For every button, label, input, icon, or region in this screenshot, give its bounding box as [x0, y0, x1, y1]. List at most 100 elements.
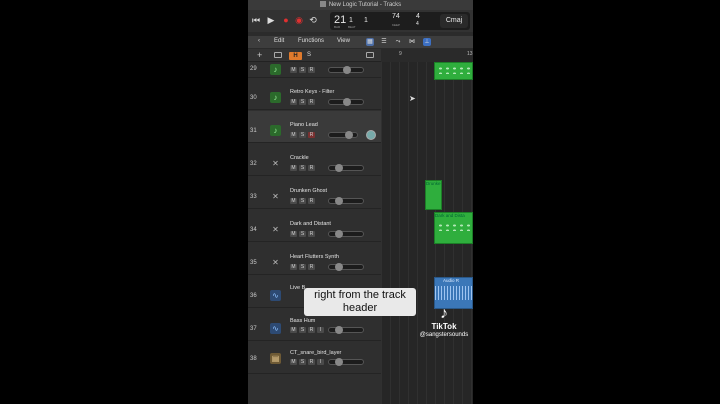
mute-button[interactable]: M	[290, 264, 297, 270]
ruler[interactable]: 9 13	[381, 49, 473, 62]
solo-button[interactable]: S	[299, 264, 306, 270]
record-enable-button[interactable]: R	[308, 231, 315, 237]
fader-knob[interactable]	[343, 98, 351, 106]
capture-record-icon[interactable]: ◉	[293, 14, 305, 26]
track-row[interactable]: 31 ♪ Piano Lead MSR	[248, 111, 381, 143]
cycle-icon[interactable]: ⟲	[307, 14, 319, 26]
mute-button[interactable]: M	[290, 231, 297, 237]
functions-menu[interactable]: Functions	[298, 38, 324, 44]
track-name[interactable]: Bass Hum	[290, 318, 315, 324]
record-enable-button[interactable]: R	[308, 198, 315, 204]
list-view-icon[interactable]: ☰	[380, 38, 388, 46]
volume-fader[interactable]	[328, 358, 364, 366]
mute-button[interactable]: M	[290, 132, 297, 138]
solo-button[interactable]: S	[299, 165, 306, 171]
fader-knob[interactable]	[335, 164, 343, 172]
lcd-div: 1	[364, 17, 368, 24]
volume-fader[interactable]	[328, 326, 364, 334]
time-signature: 4	[416, 13, 420, 20]
track-name[interactable]: Heart Flutters Synth	[290, 254, 339, 260]
track-name[interactable]: Live B	[290, 285, 305, 291]
track-number: 31	[250, 128, 257, 134]
record-enable-button[interactable]: R	[308, 327, 315, 333]
track-row[interactable]: 30 ♪ Retro Keys - Filter MSR	[248, 78, 381, 110]
fader-knob[interactable]	[335, 326, 343, 334]
snap-icon[interactable]: ⊥	[423, 38, 431, 46]
automation-icon[interactable]: ⤳	[394, 38, 402, 46]
mute-button[interactable]: M	[290, 99, 297, 105]
track-row[interactable]: 35 ✕ Heart Flutters Synth MSR	[248, 243, 381, 275]
volume-fader[interactable]	[328, 164, 364, 172]
solo-button[interactable]: S	[299, 198, 306, 204]
solo-button[interactable]: S	[299, 132, 306, 138]
video-caption: right from the track header	[304, 288, 416, 316]
solo-button[interactable]: S	[299, 327, 306, 333]
flex-icon[interactable]: ⋈	[408, 38, 416, 46]
fader-knob[interactable]	[335, 197, 343, 205]
mute-button[interactable]: M	[290, 165, 297, 171]
fader-knob[interactable]	[335, 263, 343, 271]
volume-fader[interactable]	[328, 131, 358, 139]
record-enable-button[interactable]: R	[308, 359, 315, 365]
track-row[interactable]: 32 ✕ Crackle MSR	[248, 144, 381, 176]
lcd-beat-label: BEAT	[348, 25, 356, 29]
volume-fader[interactable]	[328, 66, 364, 74]
drum-icon: ✕	[272, 225, 279, 234]
record-enable-button[interactable]: R	[308, 165, 315, 171]
view-menu[interactable]: View	[337, 38, 350, 44]
track-number: 32	[250, 161, 257, 167]
mute-button[interactable]: M	[290, 359, 297, 365]
track-row[interactable]: 34 ✕ Dark and Distant MSR	[248, 210, 381, 242]
key-signature[interactable]: Cmaj	[440, 14, 468, 28]
fader-knob[interactable]	[343, 66, 351, 74]
fader-knob[interactable]	[335, 230, 343, 238]
record-enable-button[interactable]: R	[308, 99, 315, 105]
transport-bar: ⏮ ▶ ● ◉ ⟲ 21 1 1 BAR BEAT 74 KEEP 4 4 Cm…	[248, 10, 473, 32]
track-name[interactable]: Retro Keys - Filter	[290, 89, 334, 95]
track-name[interactable]: Piano Lead	[290, 122, 318, 128]
record-enable-button[interactable]: R	[308, 67, 315, 73]
play-icon[interactable]: ▶	[265, 14, 277, 26]
volume-fader[interactable]	[328, 230, 364, 238]
go-to-start-icon[interactable]: ⏮	[250, 14, 262, 26]
volume-fader[interactable]	[328, 98, 364, 106]
solo-button[interactable]: S	[299, 67, 306, 73]
pan-knob[interactable]	[366, 130, 376, 140]
track-row[interactable]: 38 ▤ CT_snare_bird_layer MSRI	[248, 342, 381, 374]
edit-menu[interactable]: Edit	[274, 38, 284, 44]
midi-region[interactable]: Dark and Dista	[434, 212, 473, 244]
solo-button[interactable]: S	[299, 99, 306, 105]
solo-button[interactable]: S	[299, 359, 306, 365]
volume-fader[interactable]	[328, 197, 364, 205]
ruler-mark: 13	[467, 51, 473, 57]
input-monitor-button[interactable]: I	[317, 327, 324, 333]
solo-button[interactable]: S	[299, 231, 306, 237]
volume-fader[interactable]	[328, 263, 364, 271]
input-monitor-button[interactable]: I	[317, 359, 324, 365]
mute-button[interactable]: M	[290, 67, 297, 73]
track-row[interactable]: 29 ♪ MSR	[248, 46, 381, 78]
lcd-bar-label: BAR	[334, 25, 341, 29]
record-enable-button[interactable]: R	[308, 264, 315, 270]
midi-region[interactable]	[434, 62, 473, 80]
grid-view-icon[interactable]: ▦	[366, 38, 374, 46]
mute-button[interactable]: M	[290, 327, 297, 333]
fader-knob[interactable]	[335, 358, 343, 366]
track-name[interactable]: Dark and Distant	[290, 221, 331, 227]
track-controls: MSR	[290, 198, 317, 204]
midi-region[interactable]: Drunke	[425, 180, 442, 210]
record-enable-button[interactable]: R	[308, 132, 315, 138]
tempo-label: KEEP	[392, 23, 401, 27]
track-number: 34	[250, 227, 257, 233]
fader-knob[interactable]	[345, 131, 353, 139]
mute-button[interactable]: M	[290, 198, 297, 204]
track-controls: MSR	[290, 231, 317, 237]
lcd-display[interactable]: 21 1 1 BAR BEAT 74 KEEP 4 4 Cmaj	[330, 12, 470, 30]
tracks-area[interactable]: Drunke Dark and Dista Audio R	[381, 62, 473, 404]
track-name[interactable]: Crackle	[290, 155, 309, 161]
track-name[interactable]: CT_snare_bird_layer	[290, 350, 341, 356]
record-icon[interactable]: ●	[280, 14, 292, 26]
track-name[interactable]: Drunken Ghost	[290, 188, 327, 194]
track-row[interactable]: 33 ✕ Drunken Ghost MSR	[248, 177, 381, 209]
back-icon[interactable]: ‹	[258, 38, 260, 44]
